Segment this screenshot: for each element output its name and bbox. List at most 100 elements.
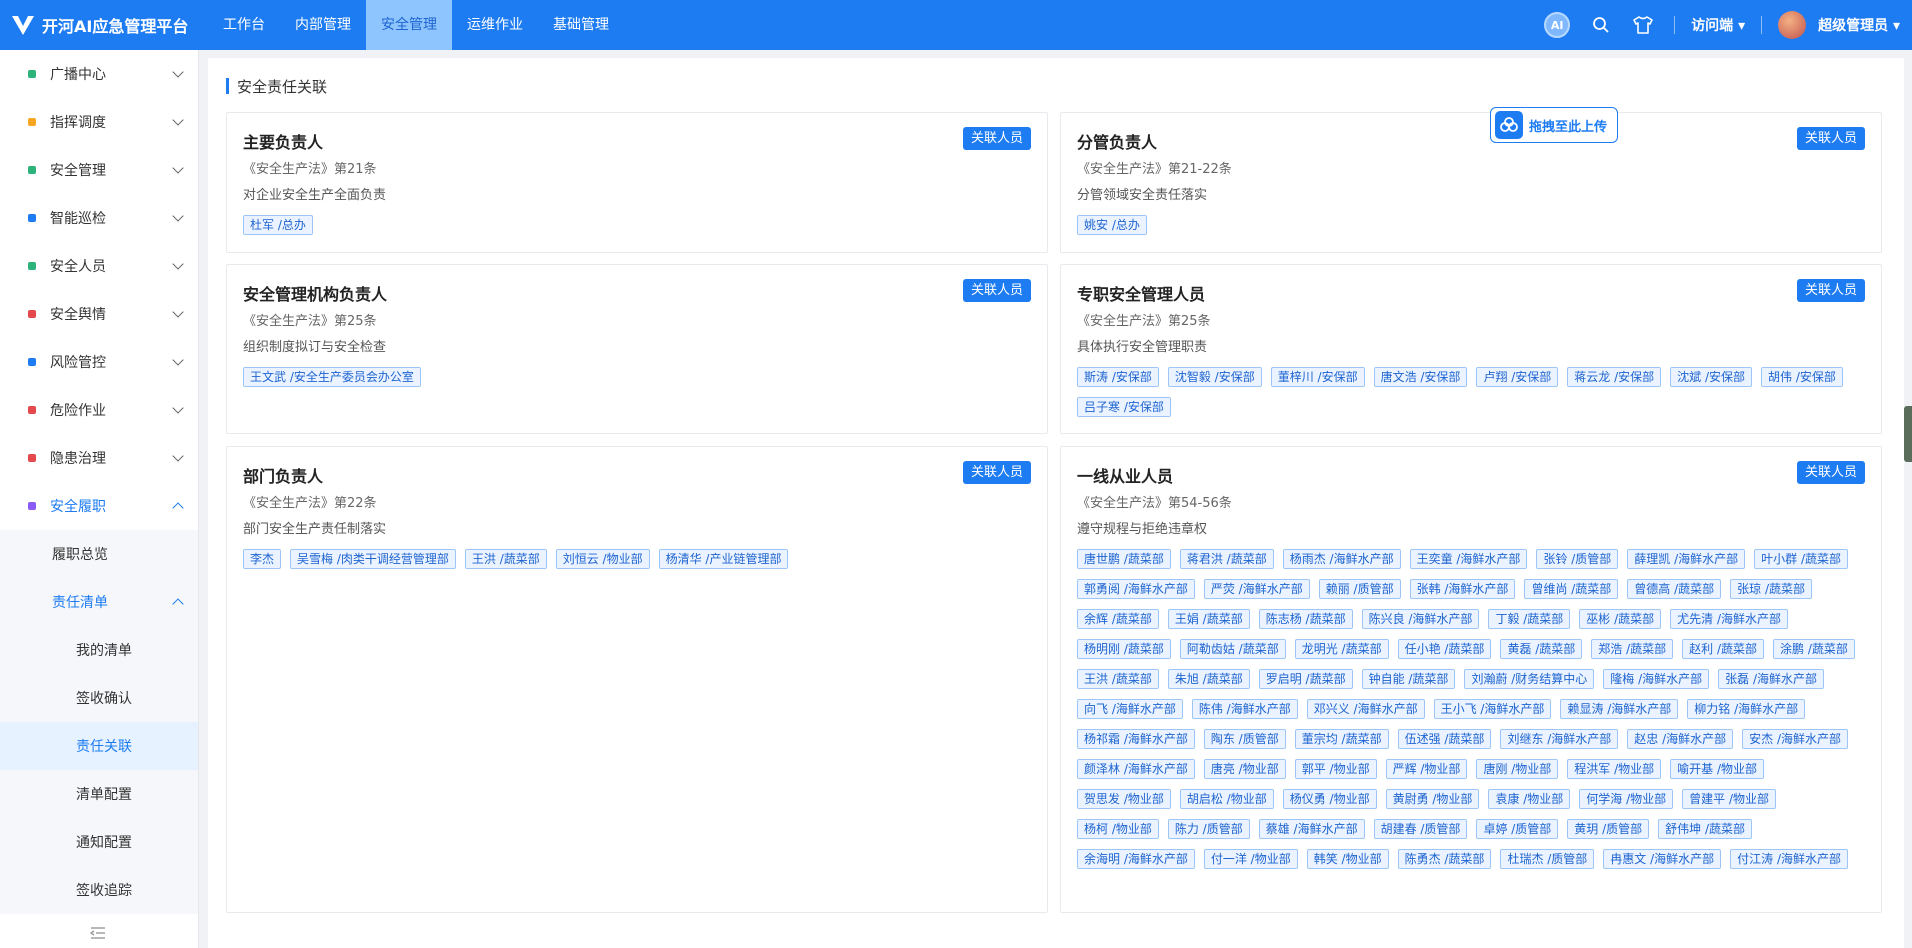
person-tag[interactable]: 黄尉勇 /物业部: [1385, 789, 1480, 809]
sidebar-item-broadcast[interactable]: 广播中心: [0, 50, 198, 98]
person-tag[interactable]: 张琼 /蔬菜部: [1730, 579, 1813, 599]
person-tag[interactable]: 董梓川 /安保部: [1270, 367, 1365, 387]
person-tag[interactable]: 张磊 /海鲜水产部: [1718, 669, 1825, 689]
person-tag[interactable]: 杨清华 /产业链管理部: [658, 549, 789, 569]
avatar[interactable]: [1778, 11, 1807, 39]
person-tag[interactable]: 张韩 /海鲜水产部: [1409, 579, 1516, 599]
ai-assistant-button[interactable]: AI: [1544, 12, 1571, 38]
person-tag[interactable]: 柳力铭 /海鲜水产部: [1687, 699, 1806, 719]
sidebar-item-responsibility-link[interactable]: 责任关联: [0, 722, 198, 770]
sidebar-item-list-config[interactable]: 清单配置: [0, 770, 198, 818]
person-tag[interactable]: 喻开基 /物业部: [1670, 759, 1765, 779]
person-tag[interactable]: 冉惠文 /海鲜水产部: [1603, 849, 1722, 869]
sidebar-item-my-list[interactable]: 我的清单: [0, 626, 198, 674]
person-tag[interactable]: 陈伟 /海鲜水产部: [1191, 699, 1298, 719]
person-tag[interactable]: 陈力 /质管部: [1167, 819, 1250, 839]
person-tag[interactable]: 蒋云龙 /安保部: [1567, 367, 1662, 387]
shirt-icon[interactable]: [1632, 14, 1654, 36]
sidebar-item-duty[interactable]: 安全履职: [0, 482, 198, 530]
person-tag[interactable]: 向飞 /海鲜水产部: [1077, 699, 1183, 719]
nav-operation[interactable]: 运维作业: [452, 0, 538, 50]
person-tag[interactable]: 舒伟坤 /蔬菜部: [1658, 819, 1753, 839]
person-tag[interactable]: 程洪军 /物业部: [1567, 759, 1662, 779]
person-tag[interactable]: 任小艳 /蔬菜部: [1397, 639, 1492, 659]
person-tag[interactable]: 沈斌 /安保部: [1670, 367, 1753, 387]
person-tag[interactable]: 邓兴义 /海鲜水产部: [1306, 699, 1425, 719]
sidebar-item-duty-overview[interactable]: 履职总览: [0, 530, 198, 578]
person-tag[interactable]: 陈志杨 /蔬菜部: [1258, 609, 1353, 629]
person-tag[interactable]: 隆梅 /海鲜水产部: [1603, 669, 1710, 689]
sidebar-item-personnel[interactable]: 安全人员: [0, 242, 198, 290]
user-dropdown[interactable]: 超级管理员 ▾: [1818, 15, 1900, 35]
person-tag[interactable]: 伍述强 /蔬菜部: [1397, 729, 1492, 749]
person-tag[interactable]: 王小飞 /海鲜水产部: [1433, 699, 1552, 719]
person-tag[interactable]: 余辉 /蔬菜部: [1077, 609, 1159, 629]
person-tag[interactable]: 颜泽林 /海鲜水产部: [1077, 759, 1195, 779]
person-tag[interactable]: 杜军 /总办: [243, 215, 313, 235]
sidebar-item-sign-track[interactable]: 签收追踪: [0, 866, 198, 914]
person-tag[interactable]: 蒋君洪 /蔬菜部: [1179, 549, 1274, 569]
person-tag[interactable]: 郑浩 /蔬菜部: [1591, 639, 1674, 659]
person-tag[interactable]: 王洪 /蔬菜部: [464, 549, 547, 569]
person-tag[interactable]: 卢翔 /安保部: [1476, 367, 1559, 387]
app-logo[interactable]: 开河AI应急管理平台: [0, 0, 200, 50]
person-tag[interactable]: 杨雨杰 /海鲜水产部: [1282, 549, 1401, 569]
person-tag[interactable]: 杨祁霜 /海鲜水产部: [1077, 729, 1195, 749]
person-tag[interactable]: 黄磊 /蔬菜部: [1500, 639, 1583, 659]
person-tag[interactable]: 斯涛 /安保部: [1077, 367, 1159, 387]
person-tag[interactable]: 张铃 /质管部: [1536, 549, 1619, 569]
person-tag[interactable]: 薛理凯 /海鲜水产部: [1627, 549, 1746, 569]
person-tag[interactable]: 朱旭 /蔬菜部: [1167, 669, 1250, 689]
nav-safety[interactable]: 安全管理: [366, 0, 452, 50]
collapse-menu-icon[interactable]: [90, 926, 106, 940]
person-tag[interactable]: 蔡雄 /海鲜水产部: [1258, 819, 1365, 839]
nav-internal[interactable]: 内部管理: [280, 0, 366, 50]
person-tag[interactable]: 叶小群 /蔬菜部: [1754, 549, 1849, 569]
person-tag[interactable]: 陈勇杰 /蔬菜部: [1397, 849, 1492, 869]
person-tag[interactable]: 沈智毅 /安保部: [1167, 367, 1262, 387]
person-tag[interactable]: 龙明光 /蔬菜部: [1294, 639, 1389, 659]
person-tag[interactable]: 王奕童 /海鲜水产部: [1409, 549, 1528, 569]
sidebar-item-inspection[interactable]: 智能巡检: [0, 194, 198, 242]
person-tag[interactable]: 钟自能 /蔬菜部: [1361, 669, 1456, 689]
person-tag[interactable]: 涂鹏 /蔬菜部: [1773, 639, 1855, 659]
person-tag[interactable]: 安杰 /海鲜水产部: [1742, 729, 1849, 749]
sidebar-item-command[interactable]: 指挥调度: [0, 98, 198, 146]
person-tag[interactable]: 付江涛 /海鲜水产部: [1730, 849, 1849, 869]
person-tag[interactable]: 曾维尚 /蔬菜部: [1524, 579, 1619, 599]
person-tag[interactable]: 袁康 /物业部: [1488, 789, 1571, 809]
search-icon[interactable]: [1590, 14, 1612, 36]
person-tag[interactable]: 唐亮 /物业部: [1203, 759, 1286, 779]
person-tag[interactable]: 赖显涛 /海鲜水产部: [1560, 699, 1679, 719]
person-tag[interactable]: 余海明 /海鲜水产部: [1077, 849, 1195, 869]
person-tag[interactable]: 尤先清 /海鲜水产部: [1670, 609, 1789, 629]
person-tag[interactable]: 严辉 /物业部: [1385, 759, 1468, 779]
sidebar-item-safety-mgmt[interactable]: 安全管理: [0, 146, 198, 194]
person-tag[interactable]: 韩笑 /物业部: [1306, 849, 1389, 869]
sidebar-item-notify-config[interactable]: 通知配置: [0, 818, 198, 866]
person-tag[interactable]: 赵利 /蔬菜部: [1682, 639, 1765, 659]
person-tag[interactable]: 唐文浩 /安保部: [1373, 367, 1468, 387]
person-tag[interactable]: 曾德高 /蔬菜部: [1627, 579, 1722, 599]
person-tag[interactable]: 杨明刚 /蔬菜部: [1077, 639, 1171, 659]
person-tag[interactable]: 李杰: [243, 549, 282, 569]
sidebar-item-hazard[interactable]: 隐患治理: [0, 434, 198, 482]
person-tag[interactable]: 王娟 /蔬菜部: [1167, 609, 1250, 629]
person-tag[interactable]: 阿勒齿姑 /蔬菜部: [1179, 639, 1286, 659]
side-drawer-handle[interactable]: [1904, 406, 1912, 462]
sidebar-item-dangerous-work[interactable]: 危险作业: [0, 386, 198, 434]
drag-upload-button[interactable]: 拖拽至此上传: [1490, 107, 1619, 143]
person-tag[interactable]: 刘继东 /海鲜水产部: [1500, 729, 1619, 749]
person-tag[interactable]: 罗启明 /蔬菜部: [1258, 669, 1353, 689]
person-tag[interactable]: 卓婷 /质管部: [1476, 819, 1559, 839]
sidebar-item-opinion[interactable]: 安全舆情: [0, 290, 198, 338]
person-tag[interactable]: 杨仪勇 /物业部: [1282, 789, 1377, 809]
person-tag[interactable]: 董宗均 /蔬菜部: [1294, 729, 1389, 749]
person-tag[interactable]: 王文武 /安全生产委员会办公室: [243, 367, 421, 387]
person-tag[interactable]: 赵忠 /海鲜水产部: [1627, 729, 1734, 749]
person-tag[interactable]: 郭勇阅 /海鲜水产部: [1077, 579, 1195, 599]
nav-workbench[interactable]: 工作台: [208, 0, 280, 50]
sidebar-item-responsibility-list[interactable]: 责任清单: [0, 578, 198, 626]
person-tag[interactable]: 付一洋 /物业部: [1203, 849, 1298, 869]
person-tag[interactable]: 刘瀚蔚 /财务结算中心: [1464, 669, 1595, 689]
